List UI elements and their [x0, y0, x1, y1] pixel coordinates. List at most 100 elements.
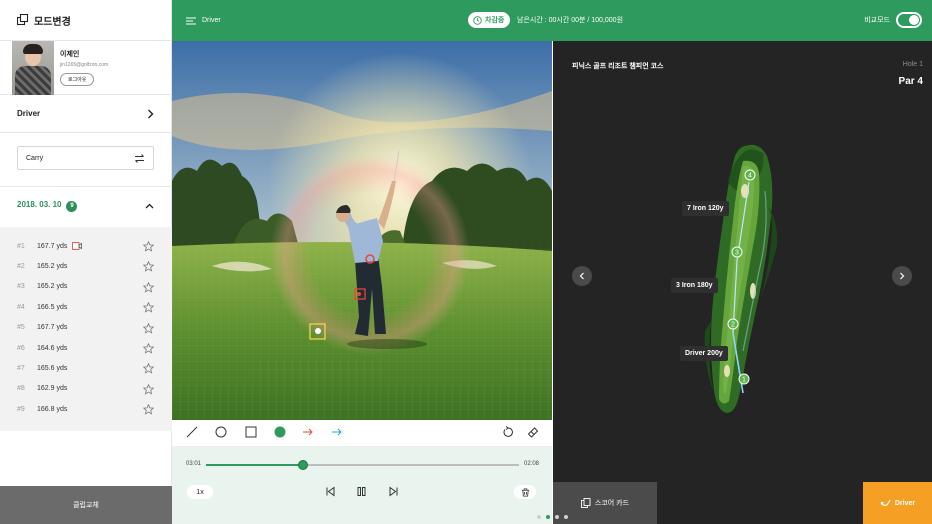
shot-number: #9	[17, 405, 25, 413]
star-icon[interactable]	[143, 404, 154, 415]
star-icon[interactable]	[143, 241, 154, 252]
shot-distance: 165.6 yds	[37, 365, 68, 373]
iron7-distance-label: 7 Iron 120y	[682, 201, 729, 216]
shot-marker-2-label: 2	[731, 322, 735, 329]
shot-marker-3-label: 3	[735, 250, 739, 257]
delete-button[interactable]	[514, 485, 536, 499]
next-frame-icon[interactable]	[388, 486, 399, 497]
chevron-up-icon[interactable]	[145, 203, 154, 209]
shot-row-9[interactable]: #9 166.8 yds	[0, 399, 172, 419]
drawing-toolbar	[172, 420, 552, 447]
star-icon[interactable]	[143, 281, 154, 293]
current-time: 03:01	[186, 461, 202, 467]
color-picker-icon[interactable]	[274, 426, 286, 438]
shot-row-7[interactable]: #7 165.6 yds	[0, 358, 172, 378]
topbar-title: Driver	[202, 17, 221, 24]
avatar	[12, 41, 54, 95]
carry-section: Carry	[0, 133, 171, 187]
star-icon[interactable]	[143, 342, 154, 354]
video-icon[interactable]	[72, 242, 83, 251]
shot-row-4[interactable]: #4 166.5 yds	[0, 297, 172, 317]
driver-button-label: Driver	[894, 499, 916, 507]
shot-row-3[interactable]: #3 165.2 yds	[0, 277, 172, 297]
shot-marker-2[interactable]: 2	[727, 318, 739, 330]
rectangle-tool-icon[interactable]	[245, 426, 257, 438]
shot-row-6[interactable]: #6 164.6 yds	[0, 338, 172, 358]
next-hole-button[interactable]	[892, 266, 912, 286]
remaining-time: 남은시간 : 00시간 00분 / 100,000원	[517, 17, 624, 24]
iron3-distance-label: 3 Iron 180y	[671, 278, 718, 293]
profile-name: 이제인	[60, 51, 80, 58]
shot-row-5[interactable]: #5 167.7 yds	[0, 318, 172, 338]
red-arrow-icon[interactable]	[302, 426, 314, 438]
page-dot[interactable]	[537, 515, 541, 519]
logout-button[interactable]: 로그아웃	[60, 73, 95, 86]
shot-distance: 164.6 yds	[37, 344, 68, 352]
shot-marker-1-label: 1	[742, 377, 746, 384]
course-panel: 피닉스 골프 리조트 챔피언 코스 Hole 1 Par 4 1 2 3 4 7…	[553, 41, 932, 524]
previous-frame-icon[interactable]	[325, 486, 336, 497]
compare-mode: 비교모드	[864, 12, 922, 28]
carry-select[interactable]: Carry	[17, 146, 154, 170]
shot-marker-1[interactable]: 1	[738, 373, 750, 385]
star-icon[interactable]	[143, 363, 154, 374]
menu-icon[interactable]	[186, 17, 196, 25]
date-group-header[interactable]: 2018. 03. 10 9	[0, 187, 171, 225]
club-change-button[interactable]: 클럽교체	[0, 486, 172, 524]
shot-number: #2	[17, 263, 25, 271]
compare-mode-label: 비교모드	[864, 17, 890, 24]
compare-mode-toggle[interactable]	[896, 12, 922, 28]
app: 모드변경 이제인 jin1265@golfzon.com 로그아웃 Driver…	[0, 0, 932, 524]
seek-bar[interactable]	[206, 460, 519, 470]
hole-map	[704, 144, 778, 413]
playback-speed-button[interactable]: 1x	[187, 485, 213, 499]
undo-icon[interactable]	[502, 426, 514, 438]
shot-number: #7	[17, 365, 25, 373]
mode-change-title: 모드변경	[34, 16, 71, 28]
shot-distance: 167.7 yds	[37, 242, 68, 250]
shot-list: #1 167.7 yds #2 165.2 yds #3 165.2 yds #4 16…	[0, 227, 172, 431]
club-label: Driver	[17, 109, 41, 118]
star-icon[interactable]	[143, 302, 154, 313]
shot-number: #6	[17, 344, 25, 352]
shot-distance: 165.2 yds	[37, 283, 68, 291]
shot-row-2[interactable]: #2 165.2 yds	[0, 256, 172, 276]
carry-label: Carry	[26, 154, 44, 162]
star-icon[interactable]	[143, 261, 154, 273]
shot-marker-3[interactable]: 3	[731, 246, 743, 258]
page-dot[interactable]	[555, 515, 559, 519]
driver-button[interactable]: Driver	[863, 482, 932, 524]
seek-bar-handle[interactable]	[298, 460, 309, 470]
shot-distance: 167.7 yds	[37, 324, 68, 332]
circle-tool-icon[interactable]	[215, 426, 227, 438]
line-tool-icon[interactable]	[186, 426, 198, 438]
club-selector[interactable]: Driver	[0, 95, 171, 133]
blue-arrow-icon[interactable]	[331, 426, 343, 438]
shot-count-badge: 9	[66, 200, 78, 212]
page-dot[interactable]	[564, 515, 568, 519]
clock-icon	[473, 15, 482, 25]
seek-bar-progress	[206, 464, 304, 466]
shot-distance: 162.9 yds	[37, 385, 68, 393]
profile: 이제인 jin1265@golfzon.com 로그아웃	[0, 41, 171, 95]
profile-email: jin1265@golfzon.com	[60, 62, 109, 68]
page-dot-active[interactable]	[546, 515, 550, 519]
scorecard-label: 스코어 카드	[594, 500, 630, 507]
star-icon[interactable]	[143, 383, 154, 395]
star-icon[interactable]	[143, 322, 154, 334]
shot-marker-4-label: 4	[748, 173, 752, 180]
shot-row-1[interactable]: #1 167.7 yds	[0, 236, 172, 256]
previous-hole-button[interactable]	[572, 266, 592, 286]
chevron-right-icon	[900, 272, 905, 280]
topbar-left: Driver	[186, 17, 221, 25]
shot-marker-4[interactable]: 4	[744, 169, 756, 181]
shot-row-8[interactable]: #8 162.9 yds	[0, 379, 172, 399]
deduction-status-label: 차감중	[485, 17, 505, 24]
swing-video[interactable]	[172, 41, 552, 420]
shot-distance: 166.8 yds	[37, 405, 68, 413]
date-group: 2018. 03. 10 9	[17, 200, 78, 212]
pause-icon[interactable]	[356, 486, 367, 497]
swap-icon[interactable]	[134, 153, 145, 163]
mode-change-header[interactable]: 모드변경	[0, 0, 171, 41]
eraser-icon[interactable]	[527, 426, 539, 438]
